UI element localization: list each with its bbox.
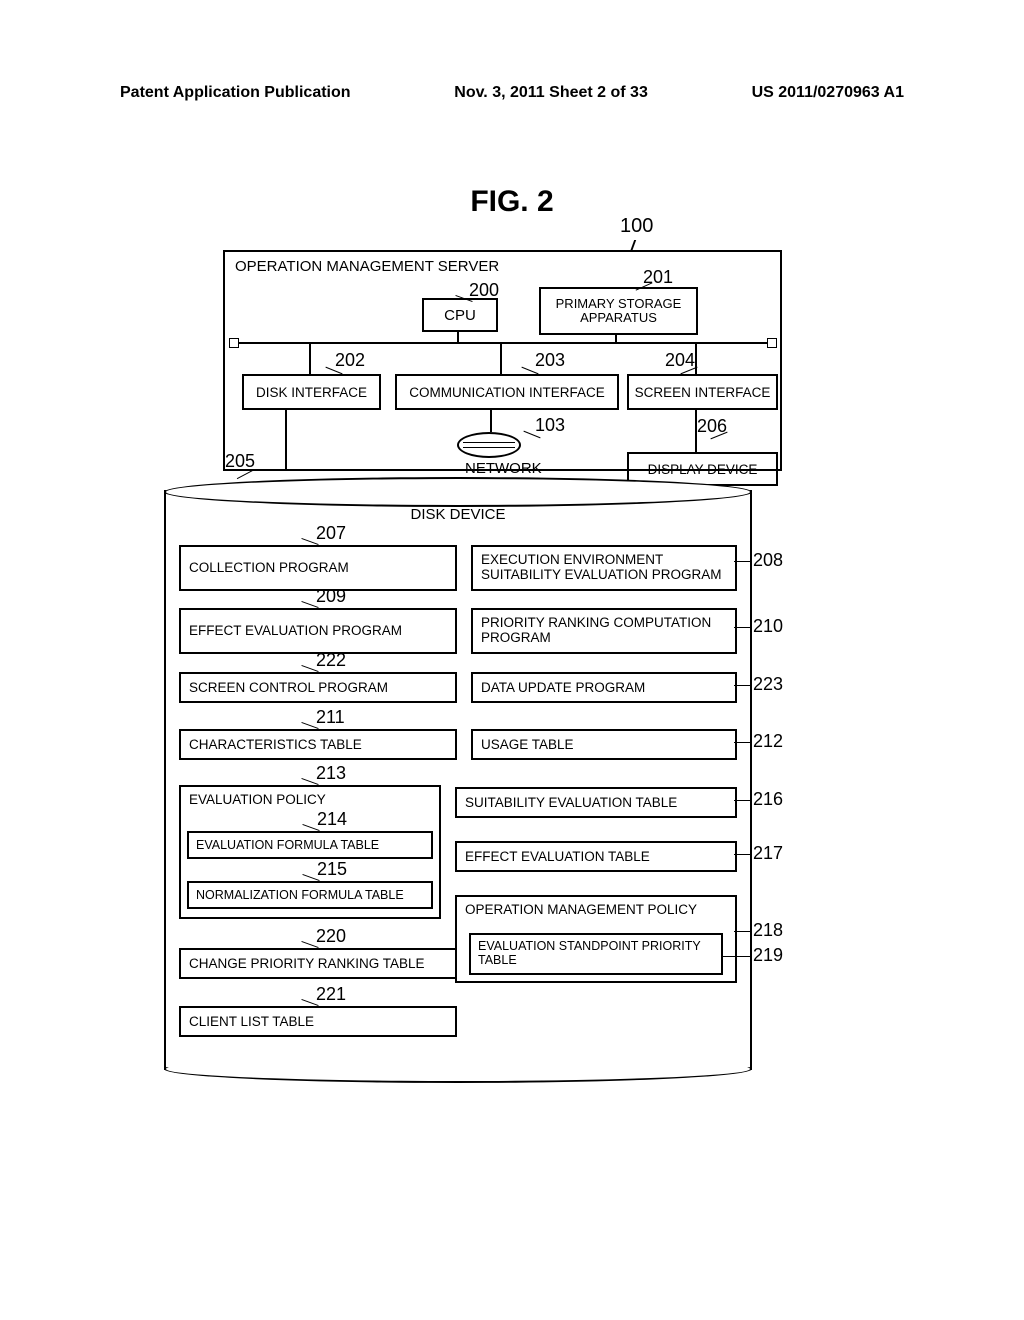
leader-line — [734, 800, 752, 801]
refnum-207: 207 — [316, 523, 346, 544]
refnum-205: 205 — [225, 451, 255, 472]
evaluation-policy-label: EVALUATION POLICY — [189, 792, 326, 807]
leader-line — [734, 742, 752, 743]
refnum-209: 209 — [316, 586, 346, 607]
suitability-evaluation-table-box: SUITABILITY EVALUATION TABLE — [455, 787, 737, 818]
usage-table-box: USAGE TABLE — [471, 729, 737, 760]
priority-ranking-program-box: PRIORITY RANKING COMPUTATION PROGRAM — [471, 608, 737, 654]
disk-interface-box: DISK INTERFACE — [242, 374, 381, 410]
leader-line — [734, 685, 752, 686]
bus-tab — [229, 338, 239, 348]
screen-control-program-box: SCREEN CONTROL PROGRAM — [179, 672, 457, 703]
primary-storage-box: PRIMARY STORAGE APPARATUS — [539, 287, 698, 335]
operation-mgmt-policy-label: OPERATION MANAGEMENT POLICY — [465, 902, 697, 917]
header-right: US 2011/0270963 A1 — [752, 84, 904, 102]
collection-program-box: COLLECTION PROGRAM — [179, 545, 457, 591]
evaluation-policy-box: EVALUATION POLICY 214 EVALUATION FORMULA… — [179, 785, 441, 919]
evaluation-formula-table-box: EVALUATION FORMULA TABLE — [187, 831, 433, 859]
network-label: NETWORK — [465, 460, 542, 477]
server-box: OPERATION MANAGEMENT SERVER CPU PRIMARY … — [223, 250, 782, 471]
screen-interface-box: SCREEN INTERFACE — [627, 374, 778, 410]
effect-evaluation-program-box: EFFECT EVALUATION PROGRAM — [179, 608, 457, 654]
refnum-215: 215 — [317, 859, 347, 880]
leader-line — [734, 931, 752, 932]
refnum-100: 100 — [620, 215, 653, 238]
connector — [500, 342, 502, 374]
refnum-222: 222 — [316, 650, 346, 671]
refnum-210: 210 — [753, 616, 783, 637]
connector — [695, 342, 697, 374]
cylinder-top — [164, 477, 752, 507]
network-cloud-icon — [457, 432, 521, 458]
operation-mgmt-policy-box: OPERATION MANAGEMENT POLICY EVALUATION S… — [455, 895, 737, 983]
disk-device-title: DISK DEVICE — [166, 506, 750, 523]
refnum-208: 208 — [753, 550, 783, 571]
effect-evaluation-table-box: EFFECT EVALUATION TABLE — [455, 841, 737, 872]
connector — [309, 342, 311, 374]
refnum-220: 220 — [316, 926, 346, 947]
header-left: Patent Application Publication — [120, 84, 351, 102]
disk-device-cylinder: DISK DEVICE 207 COLLECTION PROGRAM EXECU… — [164, 490, 752, 1070]
leader-line — [734, 627, 752, 628]
data-update-program-box: DATA UPDATE PROGRAM — [471, 672, 737, 703]
leader-line — [734, 854, 752, 855]
refnum-218: 218 — [753, 920, 783, 941]
refnum-211: 211 — [316, 707, 345, 728]
bus-tab — [767, 338, 777, 348]
server-title: OPERATION MANAGEMENT SERVER — [235, 258, 499, 275]
refnum-214: 214 — [317, 809, 347, 830]
client-list-table-box: CLIENT LIST TABLE — [179, 1006, 457, 1037]
connector — [457, 330, 459, 342]
cylinder-bottom — [164, 1055, 752, 1083]
communication-interface-box: COMMUNICATION INTERFACE — [395, 374, 619, 410]
refnum-200: 200 — [469, 280, 499, 301]
refnum-216: 216 — [753, 789, 783, 810]
connector — [285, 408, 287, 470]
characteristics-table-box: CHARACTERISTICS TABLE — [179, 729, 457, 760]
evaluation-standpoint-priority-table-box: EVALUATION STANDPOINT PRIORITY TABLE — [469, 933, 723, 975]
refnum-202: 202 — [335, 350, 365, 371]
cpu-box: CPU — [422, 298, 498, 332]
refnum-217: 217 — [753, 843, 783, 864]
exec-env-suitability-box: EXECUTION ENVIRONMENT SUITABILITY EVALUA… — [471, 545, 737, 591]
header-center: Nov. 3, 2011 Sheet 2 of 33 — [454, 84, 648, 102]
refnum-223: 223 — [753, 674, 783, 695]
change-priority-ranking-table-box: CHANGE PRIORITY RANKING TABLE — [179, 948, 457, 979]
refnum-103: 103 — [535, 415, 565, 436]
refnum-221: 221 — [316, 984, 346, 1005]
page-header: Patent Application Publication Nov. 3, 2… — [120, 84, 904, 102]
refnum-204: 204 — [665, 350, 695, 371]
leader-line — [734, 561, 752, 562]
refnum-212: 212 — [753, 731, 783, 752]
figure-title: FIG. 2 — [0, 185, 1024, 219]
refnum-203: 203 — [535, 350, 565, 371]
connector — [615, 333, 617, 342]
bus-line — [231, 342, 773, 344]
refnum-213: 213 — [316, 763, 346, 784]
refnum-219: 219 — [753, 945, 783, 966]
connector — [490, 408, 492, 432]
normalization-formula-table-box: NORMALIZATION FORMULA TABLE — [187, 881, 433, 909]
leader-line — [721, 956, 752, 957]
